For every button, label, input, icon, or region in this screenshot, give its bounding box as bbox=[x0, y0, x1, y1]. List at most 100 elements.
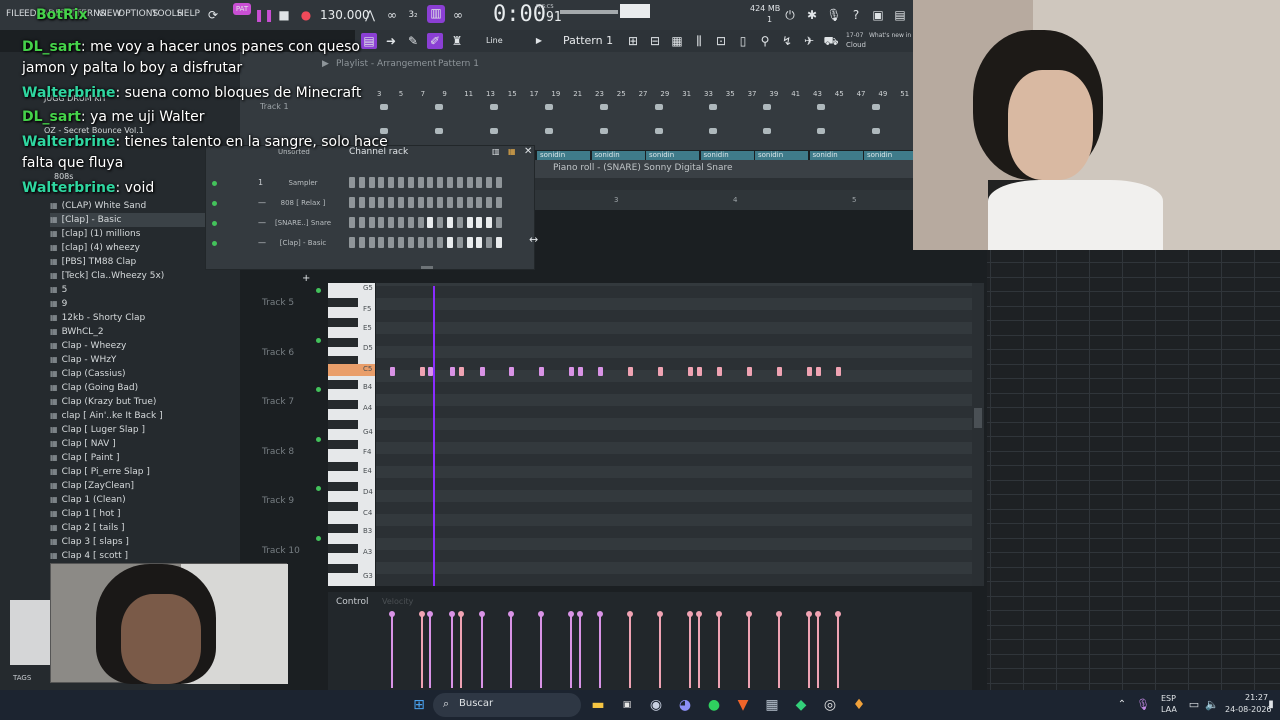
draw-tool-icon[interactable]: ✐ bbox=[427, 33, 443, 49]
typing-keyboard-icon[interactable]: ▥ bbox=[427, 5, 445, 23]
pencil-icon[interactable]: ✎ bbox=[405, 33, 421, 49]
step-button[interactable] bbox=[427, 237, 434, 248]
step-button[interactable] bbox=[427, 217, 434, 228]
black-key[interactable] bbox=[328, 338, 358, 347]
track-label[interactable]: Track 6 bbox=[262, 348, 294, 358]
track-label[interactable]: Track 5 bbox=[262, 298, 294, 308]
browser-item[interactable]: [Teck] Cla..Wheezy 5x) bbox=[50, 271, 165, 281]
power-icon[interactable]: ⏻ bbox=[782, 7, 798, 23]
velocity-handle[interactable] bbox=[716, 611, 722, 617]
track-enabled-led[interactable] bbox=[316, 288, 321, 293]
tags-label[interactable]: TAGS bbox=[13, 674, 31, 682]
mixer-view-icon[interactable]: ⫼ bbox=[691, 33, 707, 49]
step-button[interactable] bbox=[486, 217, 493, 228]
channel-name-button[interactable]: [SNARE..] Snare bbox=[273, 219, 333, 227]
step-button[interactable] bbox=[476, 217, 483, 228]
step-button[interactable] bbox=[358, 177, 365, 188]
velocity-bar[interactable] bbox=[817, 615, 819, 688]
vertical-scrollbar[interactable] bbox=[972, 283, 984, 586]
clip-block[interactable] bbox=[817, 128, 825, 134]
velocity-handle[interactable] bbox=[538, 611, 544, 617]
browser-item[interactable]: Clap 3 [ slaps ] bbox=[50, 537, 129, 547]
notifications-icon[interactable]: ▮ bbox=[1262, 696, 1280, 714]
arrow-right-icon[interactable]: ➜ bbox=[383, 33, 399, 49]
velocity-bar[interactable] bbox=[629, 615, 631, 688]
playlist-pattern[interactable]: Pattern 1 bbox=[438, 59, 479, 69]
browser-item[interactable]: [PBS] TM88 Clap bbox=[50, 257, 137, 267]
black-key[interactable] bbox=[328, 524, 358, 533]
channel-mute-led[interactable] bbox=[212, 181, 217, 186]
clip-block[interactable] bbox=[709, 128, 717, 134]
microphone-tray-icon[interactable]: 🎙 bbox=[1134, 696, 1152, 714]
browser-item[interactable]: Clap (Cassius) bbox=[50, 369, 126, 379]
show-hidden-icons-icon[interactable]: ⌃ bbox=[1113, 696, 1131, 714]
browser-item[interactable]: Clap 1 (Clean) bbox=[50, 495, 126, 505]
snap-selector[interactable]: Line bbox=[486, 36, 503, 45]
browser-item[interactable]: 12kb - Shorty Clap bbox=[50, 313, 146, 323]
velocity-bar[interactable] bbox=[659, 615, 661, 688]
step-button[interactable] bbox=[378, 177, 385, 188]
blend-notes-icon[interactable]: ∞ bbox=[450, 7, 466, 23]
step-button[interactable] bbox=[447, 237, 453, 248]
track-label[interactable]: Track 10 bbox=[262, 546, 300, 556]
step-button[interactable] bbox=[437, 237, 444, 248]
clip-block[interactable] bbox=[872, 104, 880, 110]
piano-roll-ruler[interactable]: 3 4 5 bbox=[535, 190, 913, 210]
step-button[interactable] bbox=[466, 237, 473, 248]
step-button[interactable] bbox=[417, 217, 424, 228]
control-label[interactable]: Control bbox=[336, 597, 369, 607]
channel-mute-led[interactable] bbox=[212, 221, 217, 226]
step-button[interactable] bbox=[437, 217, 444, 228]
track-label[interactable]: Track 8 bbox=[262, 447, 294, 457]
step-button[interactable] bbox=[437, 177, 444, 188]
step-button[interactable] bbox=[496, 197, 502, 208]
channel-name-button[interactable]: 808 [ Relax ] bbox=[273, 199, 333, 207]
step-button[interactable] bbox=[388, 197, 395, 208]
step-button[interactable] bbox=[486, 197, 493, 208]
step-button[interactable] bbox=[368, 177, 375, 188]
step-button[interactable] bbox=[486, 177, 493, 188]
network-icon[interactable]: ▭ bbox=[1185, 696, 1203, 714]
black-key[interactable] bbox=[328, 502, 358, 511]
cart-icon[interactable]: ⛟ bbox=[823, 33, 839, 49]
save-icon[interactable]: ▣ bbox=[870, 7, 886, 23]
pattern-selector[interactable]: Pattern 1 bbox=[563, 34, 613, 47]
step-button[interactable] bbox=[417, 177, 424, 188]
velocity-bar[interactable] bbox=[748, 615, 750, 688]
control-param[interactable]: Velocity bbox=[382, 597, 413, 606]
step-button[interactable] bbox=[466, 217, 473, 228]
velocity-bar[interactable] bbox=[451, 615, 453, 688]
browser-item[interactable]: Clap - Wheezy bbox=[50, 341, 127, 351]
brave-icon[interactable]: ▼ bbox=[734, 696, 752, 714]
velocity-handle[interactable] bbox=[835, 611, 841, 617]
black-key[interactable] bbox=[328, 420, 358, 429]
browser-item[interactable]: Clap 2 [ tails ] bbox=[50, 523, 125, 533]
playlist-clip[interactable]: sonidin bbox=[537, 151, 590, 160]
scrollbar-thumb[interactable] bbox=[974, 408, 982, 428]
black-key[interactable] bbox=[328, 482, 358, 491]
browser-item[interactable]: Clap 4 [ scott ] bbox=[50, 551, 128, 561]
close-icon[interactable]: ✕ bbox=[524, 146, 532, 157]
step-button[interactable] bbox=[427, 197, 434, 208]
velocity-bar[interactable] bbox=[429, 615, 431, 688]
step-button[interactable] bbox=[417, 237, 424, 248]
graph-icon[interactable]: ▥ bbox=[492, 147, 500, 156]
step-button[interactable] bbox=[388, 237, 395, 248]
step-button[interactable] bbox=[407, 237, 414, 248]
note[interactable] bbox=[480, 367, 485, 376]
velocity-bar[interactable] bbox=[698, 615, 700, 688]
black-key[interactable] bbox=[328, 298, 358, 307]
step-button[interactable] bbox=[349, 197, 355, 208]
black-key[interactable] bbox=[328, 544, 358, 553]
velocity-bar[interactable] bbox=[808, 615, 810, 688]
velocity-bar[interactable] bbox=[689, 615, 691, 688]
note[interactable] bbox=[717, 367, 722, 376]
play-pattern-icon[interactable]: ▶ bbox=[531, 33, 547, 49]
clip-block[interactable] bbox=[435, 104, 443, 110]
track-enabled-led[interactable] bbox=[316, 486, 321, 491]
clip-block[interactable] bbox=[763, 104, 771, 110]
master-volume-meter[interactable] bbox=[560, 10, 618, 14]
channel-mixer-track[interactable]: — bbox=[258, 198, 266, 207]
note[interactable] bbox=[539, 367, 544, 376]
note[interactable] bbox=[390, 367, 395, 376]
